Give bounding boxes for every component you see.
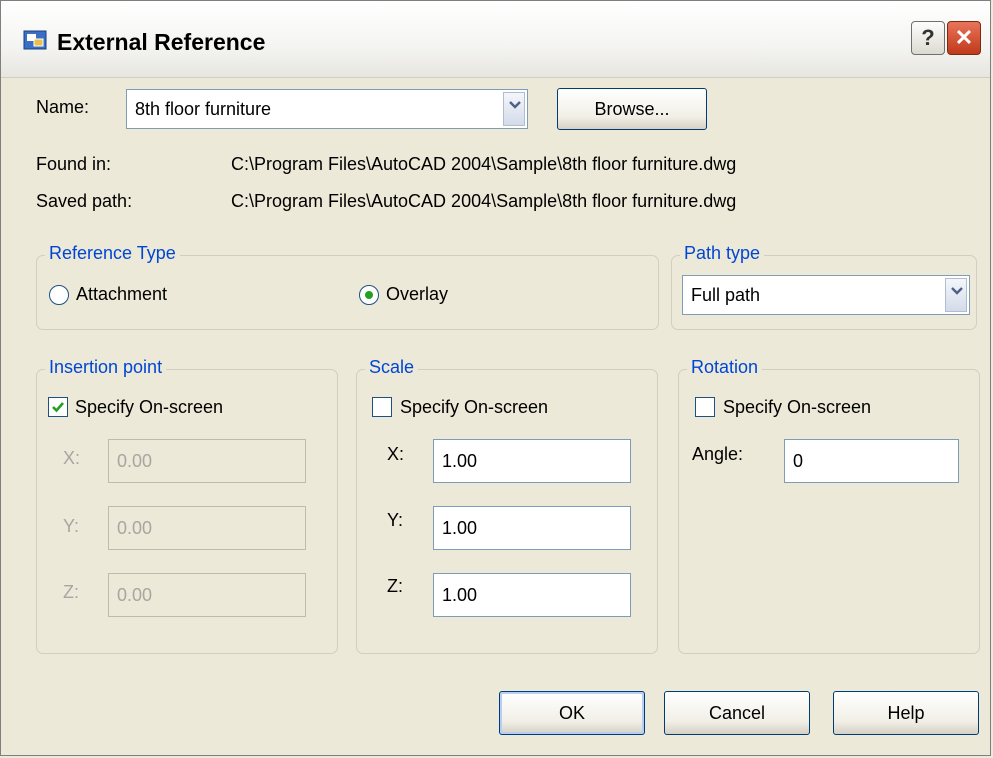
scale-y-input[interactable]: 1.00 (433, 506, 631, 550)
scale-z-value: 1.00 (442, 584, 478, 605)
found-in-path: C:\Program Files\AutoCAD 2004\Sample\8th… (231, 154, 737, 174)
insertion-z-input[interactable]: 0.00 (108, 573, 306, 617)
checkmark-icon (52, 402, 64, 413)
cancel-button[interactable]: Cancel (664, 691, 810, 735)
scale-y-value: 1.00 (442, 517, 478, 538)
scale-z-label: Z: (387, 576, 403, 596)
insertion-z-label: Z: (63, 582, 79, 602)
insertion-y-input[interactable]: 0.00 (108, 506, 306, 550)
saved-path-value: C:\Program Files\AutoCAD 2004\Sample\8th… (231, 191, 737, 211)
insertion-y-value: 0.00 (117, 517, 153, 538)
dialog-title: External Reference (57, 29, 266, 55)
external-reference-dialog: External Reference ? ✕ Name: 8th floor f… (0, 0, 991, 756)
scale-x-value: 1.00 (442, 450, 478, 471)
scale-y-label: Y: (387, 510, 404, 530)
insertion-x-label: X: (63, 448, 81, 468)
rotation-title: Rotation (687, 357, 763, 378)
chevron-down-icon (951, 287, 963, 295)
insertion-x-value: 0.00 (117, 450, 153, 471)
insertion-specify-checkbox[interactable] (48, 397, 68, 417)
help-title-button[interactable]: ? (911, 21, 945, 55)
rotation-specify-checkbox[interactable] (695, 397, 715, 417)
path-type-group: Path type Full path (671, 243, 977, 330)
saved-path-label: Saved path: (36, 191, 133, 211)
insertion-z-value: 0.00 (117, 584, 153, 605)
insertion-specify-label: Specify On-screen (75, 397, 224, 417)
path-type-dropdown-button[interactable] (945, 278, 967, 312)
insertion-point-title: Insertion point (45, 357, 167, 378)
scale-group: Scale Specify On-screen X: 1.00 Y: 1.00 … (356, 357, 658, 654)
angle-value: 0 (793, 450, 804, 471)
insertion-y-label: Y: (63, 516, 80, 536)
close-button[interactable]: ✕ (947, 21, 981, 55)
attachment-radio[interactable] (49, 285, 69, 305)
rotation-group: Rotation Specify On-screen Angle: 0 (678, 357, 980, 654)
scale-specify-checkbox[interactable] (372, 397, 392, 417)
angle-input[interactable]: 0 (784, 439, 959, 483)
path-type-select[interactable]: Full path (682, 275, 970, 315)
chevron-down-icon (509, 101, 521, 109)
reference-type-group: Reference Type Attachment Overlay (36, 243, 659, 330)
scale-title: Scale (365, 357, 419, 378)
insertion-x-input[interactable]: 0.00 (108, 439, 306, 483)
name-combobox[interactable]: 8th floor furniture (126, 89, 528, 129)
rotation-specify-label: Specify On-screen (723, 397, 872, 417)
title-bar: External Reference ? ✕ (1, 1, 990, 78)
ok-button[interactable]: OK (499, 691, 645, 735)
browse-button[interactable]: Browse... (557, 88, 707, 130)
reference-type-title: Reference Type (45, 243, 180, 264)
scale-x-input[interactable]: 1.00 (433, 439, 631, 483)
path-type-title: Path type (680, 243, 765, 264)
help-button[interactable]: Help (833, 691, 979, 735)
name-value: 8th floor furniture (135, 98, 272, 119)
overlay-label: Overlay (386, 284, 449, 304)
overlay-radio[interactable] (359, 285, 379, 305)
angle-label: Angle: (692, 444, 744, 464)
found-in-label: Found in: (36, 154, 112, 174)
scale-z-input[interactable]: 1.00 (433, 573, 631, 617)
scale-x-label: X: (387, 444, 405, 464)
name-label: Name: (36, 97, 90, 117)
xref-icon (23, 30, 47, 50)
attachment-label: Attachment (76, 284, 168, 304)
insertion-point-group: Insertion point Specify On-screen X: 0.0… (36, 357, 338, 654)
name-dropdown-button[interactable] (503, 92, 525, 126)
path-type-value: Full path (691, 284, 761, 305)
scale-specify-label: Specify On-screen (400, 397, 549, 417)
